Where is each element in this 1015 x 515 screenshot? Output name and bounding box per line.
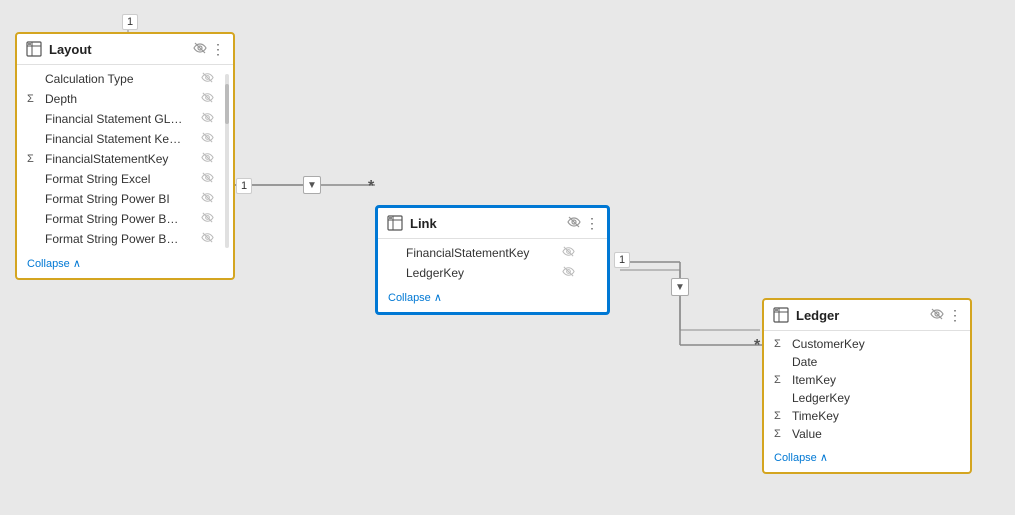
sigma-icon: Σ: [774, 410, 786, 422]
link-header-actions[interactable]: ⋮: [567, 215, 599, 232]
field-name: TimeKey: [792, 409, 942, 423]
diagram-canvas: 1 Layout: [0, 0, 1015, 515]
badge-value: 1: [619, 254, 625, 266]
layout-card-title: Layout: [49, 42, 187, 57]
field-row: Σ Value: [764, 425, 970, 443]
field-eye-icon: [562, 245, 575, 261]
link-ledger-badge: 1: [614, 252, 630, 268]
field-eye-icon: [201, 191, 214, 207]
field-name: CustomerKey: [792, 337, 942, 351]
field-row: Σ CustomerKey: [764, 335, 970, 353]
field-eye-icon: [201, 211, 214, 227]
sigma-icon: Σ: [774, 428, 786, 440]
field-eye-icon: [201, 231, 214, 247]
link-card-footer: Collapse ∧: [378, 287, 607, 312]
ledger-card-body: Σ CustomerKey Date Σ ItemKey LedgerKey Σ…: [764, 331, 970, 447]
ledger-more-icon[interactable]: ⋮: [948, 307, 962, 324]
field-eye-icon: [201, 91, 214, 107]
link-more-icon[interactable]: ⋮: [585, 215, 599, 232]
field-name: Format String Power B…: [45, 232, 195, 246]
field-name: Financial Statement Ke…: [45, 132, 195, 146]
field-eye-icon: [201, 111, 214, 127]
collapse-chevron-icon: ∧: [434, 291, 442, 304]
sigma-icon: Σ: [27, 153, 39, 165]
sigma-icon: Σ: [27, 93, 39, 105]
field-eye-icon: [201, 71, 214, 87]
field-name: Date: [792, 355, 942, 369]
field-eye-icon: [201, 151, 214, 167]
collapse-chevron-icon: ∧: [820, 451, 828, 464]
field-name: Financial Statement GL…: [45, 112, 195, 126]
field-name: Format String Power B…: [45, 212, 195, 226]
layout-table-icon: [25, 40, 43, 58]
field-name: Format String Power BI: [45, 192, 195, 206]
link-collapse-link[interactable]: Collapse ∧: [388, 291, 597, 304]
layout-card-footer: Collapse ∧: [17, 253, 233, 278]
ledger-header-actions[interactable]: ⋮: [930, 307, 962, 324]
ledger-card-footer: Collapse ∧: [764, 447, 970, 472]
ledger-collapse-link[interactable]: Collapse ∧: [774, 451, 960, 464]
field-name: Format String Excel: [45, 172, 195, 186]
layout-link-badge: 1: [236, 178, 252, 194]
ledger-card-title: Ledger: [796, 308, 924, 323]
link-card-title: Link: [410, 216, 561, 231]
field-row: Financial Statement Ke…: [17, 129, 233, 149]
sigma-icon: Σ: [774, 374, 786, 386]
field-row: FinancialStatementKey: [378, 243, 607, 263]
field-name: Depth: [45, 92, 195, 106]
field-row: Format String Power BI: [17, 189, 233, 209]
link-card-body: FinancialStatementKey LedgerKey: [378, 239, 607, 287]
layout-top-badge: 1: [122, 14, 138, 30]
layout-collapse-link[interactable]: Collapse ∧: [27, 257, 223, 270]
link-table-icon: [386, 214, 404, 232]
badge-value: 1: [241, 180, 247, 192]
field-name: Calculation Type: [45, 72, 195, 86]
field-name: FinancialStatementKey: [406, 246, 556, 260]
layout-card-body: Calculation Type Σ Depth Financial State…: [17, 65, 233, 253]
layout-header-actions[interactable]: ⋮: [193, 41, 225, 58]
field-row: Date: [764, 353, 970, 371]
connection-arrow-layout-link: ▼: [303, 176, 321, 194]
field-row: Σ FinancialStatementKey: [17, 149, 233, 169]
field-row: Σ Depth: [17, 89, 233, 109]
collapse-chevron-icon: ∧: [73, 257, 81, 270]
field-row: Financial Statement GL…: [17, 109, 233, 129]
layout-more-icon[interactable]: ⋮: [211, 41, 225, 58]
link-card[interactable]: Link ⋮ FinancialStatementKey: [375, 205, 610, 315]
field-row: Format String Power B…: [17, 209, 233, 229]
layout-card-header: Layout ⋮: [17, 34, 233, 65]
field-name: ItemKey: [792, 373, 942, 387]
field-eye-icon: [201, 171, 214, 187]
field-row: Format String Excel: [17, 169, 233, 189]
link-eye-icon[interactable]: [567, 215, 581, 232]
ledger-card[interactable]: Ledger ⋮ Σ CustomerKey Date: [762, 298, 972, 474]
many-symbol-left: *: [368, 178, 374, 196]
ledger-table-icon: [772, 306, 790, 324]
layout-card[interactable]: Layout ⋮ Calculation Type: [15, 32, 235, 280]
field-row: Σ ItemKey: [764, 371, 970, 389]
field-row: LedgerKey: [764, 389, 970, 407]
field-name: Value: [792, 427, 942, 441]
field-row: Calculation Type: [17, 69, 233, 89]
link-card-header: Link ⋮: [378, 208, 607, 239]
scrollbar[interactable]: [225, 74, 229, 248]
field-name: FinancialStatementKey: [45, 152, 195, 166]
field-eye-icon: [562, 265, 575, 281]
ledger-eye-icon[interactable]: [930, 307, 944, 324]
field-name: LedgerKey: [406, 266, 556, 280]
field-row: Format String Power B…: [17, 229, 233, 249]
field-name: LedgerKey: [792, 391, 942, 405]
many-symbol-right: *: [754, 337, 760, 355]
field-row: LedgerKey: [378, 263, 607, 283]
connection-arrow-link-ledger: ▼: [671, 278, 689, 296]
field-row: Σ TimeKey: [764, 407, 970, 425]
layout-eye-icon[interactable]: [193, 41, 207, 58]
sigma-icon: Σ: [774, 338, 786, 350]
ledger-card-header: Ledger ⋮: [764, 300, 970, 331]
field-eye-icon: [201, 131, 214, 147]
